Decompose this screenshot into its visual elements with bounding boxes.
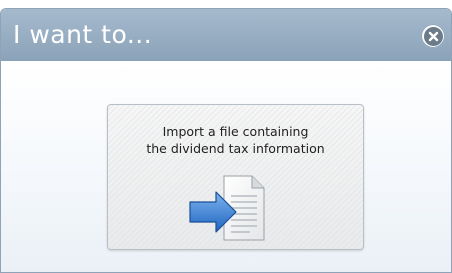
dialog-titlebar: I want to... xyxy=(1,9,451,61)
import-document-icon xyxy=(189,175,265,241)
import-option-label: Import a file containing the dividend ta… xyxy=(108,123,363,157)
close-button[interactable] xyxy=(421,24,445,48)
dialog-content: Import a file containing the dividend ta… xyxy=(1,61,451,272)
import-option-line2: the dividend tax information xyxy=(146,141,325,156)
dialog-title: I want to... xyxy=(13,20,153,49)
import-file-option[interactable]: Import a file containing the dividend ta… xyxy=(107,104,364,250)
import-dialog: I want to... Import a file containing th… xyxy=(0,8,452,273)
import-option-line1: Import a file containing xyxy=(162,124,309,139)
close-icon xyxy=(423,26,443,46)
